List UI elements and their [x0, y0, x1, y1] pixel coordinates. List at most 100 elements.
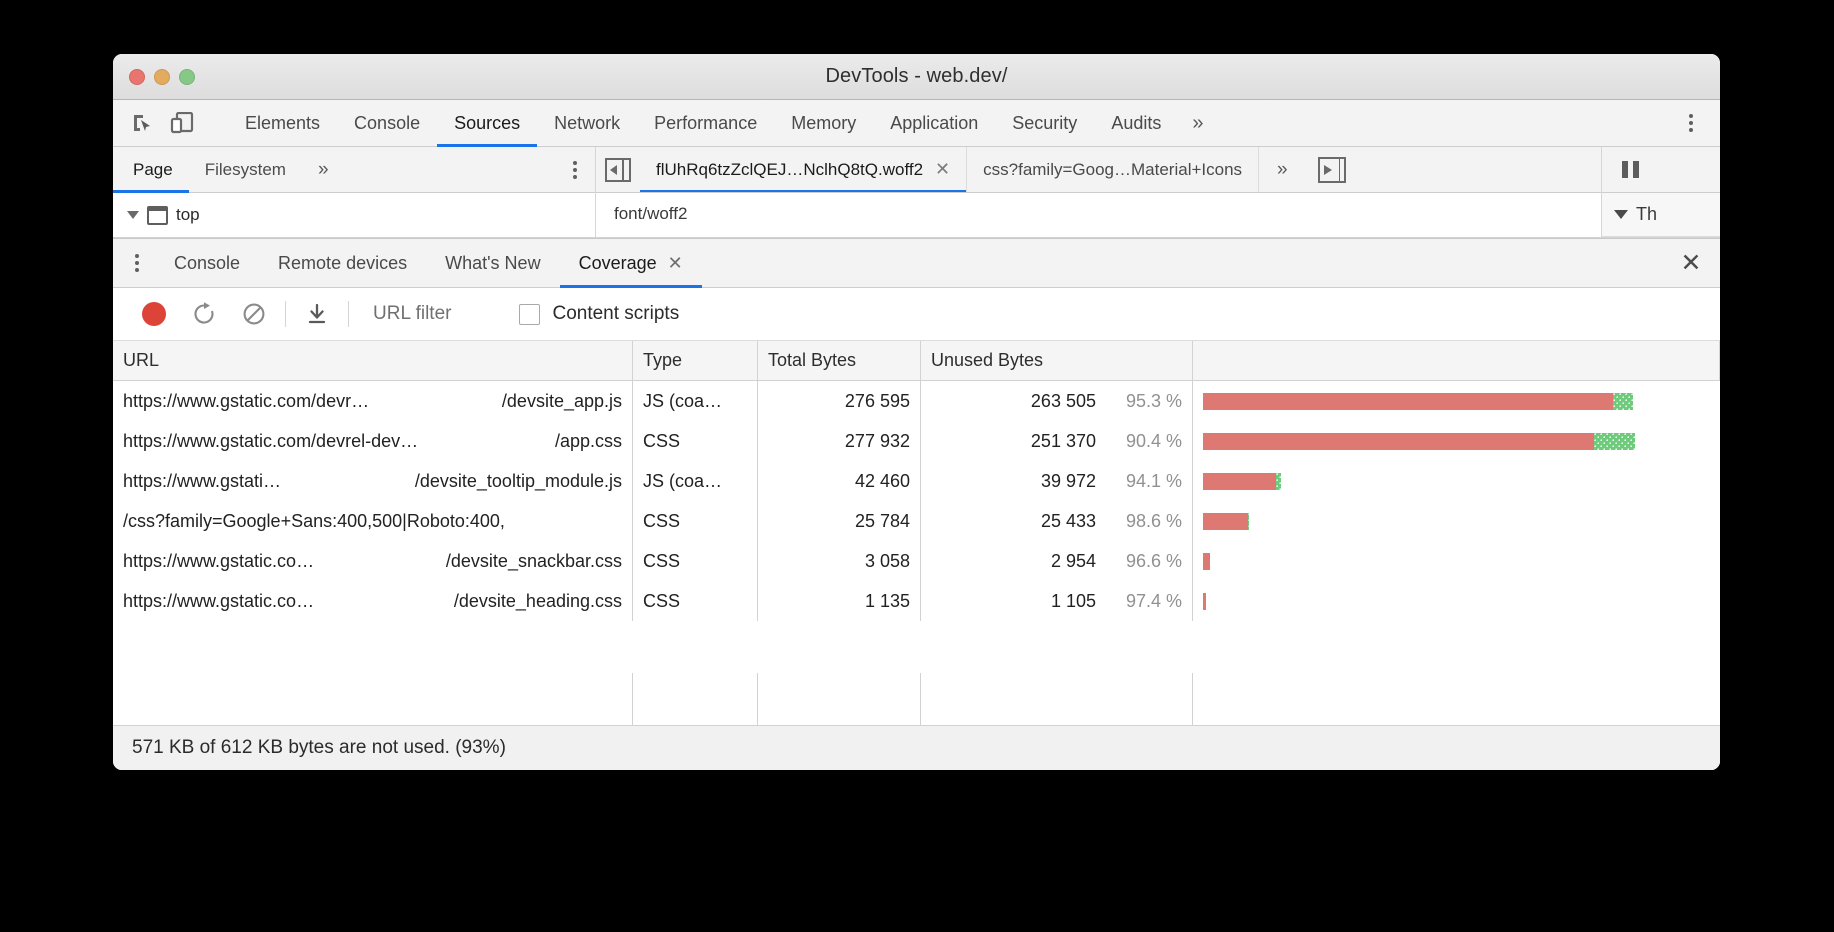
debugger-toolbar — [1602, 147, 1720, 193]
reload-icon[interactable] — [179, 289, 229, 339]
drawer-tab-remote-devices[interactable]: Remote devices — [259, 239, 426, 287]
clear-icon[interactable] — [229, 289, 279, 339]
cell-type: CSS — [633, 541, 758, 581]
table-row[interactable]: https://www.gstati…/devsite_tooltip_modu… — [113, 461, 1720, 501]
column-header-unused-bytes[interactable]: Unused Bytes — [921, 341, 1193, 380]
unused-bytes-value: 39 972 — [1041, 471, 1096, 492]
collapse-triangle-icon[interactable] — [1614, 210, 1628, 219]
debugger-threads-section[interactable]: Th — [1602, 193, 1720, 237]
cell-type: JS (coa… — [633, 381, 758, 421]
editor-more-chevron-icon[interactable]: » — [1259, 147, 1306, 192]
tab-performance[interactable]: Performance — [637, 100, 774, 146]
devtools-window: DevTools - web.dev/ — [113, 54, 1720, 770]
table-row[interactable]: /css?family=Google+Sans:400,500|Roboto:4… — [113, 501, 1720, 541]
editor-mime-type: font/woff2 — [596, 193, 1601, 224]
run-snippet-icon[interactable] — [1306, 147, 1358, 192]
cell-total-bytes: 42 460 — [758, 461, 921, 501]
cell-unused-bytes: 1 105 97.4 % — [921, 581, 1193, 621]
device-toolbar-icon[interactable] — [167, 108, 197, 138]
cell-type: CSS — [633, 501, 758, 541]
cell-total-bytes: 25 784 — [758, 501, 921, 541]
unused-bytes-value: 251 370 — [1031, 431, 1096, 452]
cell-unused-bytes: 251 370 90.4 % — [921, 421, 1193, 461]
table-row[interactable]: https://www.gstatic.co…/devsite_snackbar… — [113, 541, 1720, 581]
devtools-drawer: Console Remote devices What's New Covera… — [113, 238, 1720, 770]
table-row[interactable]: https://www.gstatic.co… /devsite_heading.… — [113, 581, 1720, 621]
drawer-tab-coverage[interactable]: Coverage ✕ — [560, 239, 702, 287]
bar-segment-unused — [1203, 593, 1206, 610]
tab-console[interactable]: Console — [337, 100, 437, 146]
minimize-window-button[interactable] — [154, 69, 170, 85]
nav-more-chevron-icon[interactable]: » — [302, 147, 345, 192]
bar-segment-unused — [1203, 473, 1276, 490]
cell-url: https://www.gstatic.com/devr…/devsite_ap… — [113, 381, 633, 421]
column-header-total-bytes[interactable]: Total Bytes — [758, 341, 921, 380]
toolbar-divider — [285, 301, 286, 327]
tab-elements[interactable]: Elements — [228, 100, 337, 146]
url-filter-input[interactable]: URL filter — [355, 303, 451, 325]
close-window-button[interactable] — [129, 69, 145, 85]
cell-coverage-bar — [1193, 501, 1720, 541]
content-scripts-checkbox[interactable] — [519, 304, 540, 325]
bar-segment-used — [1613, 393, 1633, 410]
pause-icon[interactable] — [1622, 161, 1639, 178]
more-vertical-icon[interactable] — [1676, 108, 1706, 138]
maximize-window-button[interactable] — [179, 69, 195, 85]
tab-sources[interactable]: Sources — [437, 100, 537, 146]
cell-unused-bytes: 39 97294.1 % — [921, 461, 1193, 501]
show-navigator-icon[interactable] — [596, 147, 640, 192]
bar-segment-used — [1276, 473, 1281, 490]
more-panels-chevron-icon[interactable]: » — [1178, 100, 1217, 146]
url-file: /devsite_app.js — [502, 391, 622, 412]
content-scripts-control[interactable]: Content scripts — [519, 303, 679, 325]
unused-percent: 97.4 % — [1108, 591, 1182, 612]
tab-audits[interactable]: Audits — [1094, 100, 1178, 146]
tree-item-top[interactable]: top — [127, 202, 595, 228]
cell-total-bytes: 3 058 — [758, 541, 921, 581]
record-icon[interactable] — [129, 289, 179, 339]
bar-segment-used — [1248, 513, 1249, 530]
column-header-url[interactable]: URL — [113, 341, 633, 380]
tab-security[interactable]: Security — [995, 100, 1094, 146]
expand-triangle-icon[interactable] — [127, 211, 139, 219]
coverage-bar — [1203, 393, 1633, 410]
debugger-section-label: Th — [1636, 204, 1657, 225]
table-row[interactable]: https://www.gstatic.com/devrel-dev…/app.… — [113, 421, 1720, 461]
editor-tabstrip: flUhRq6tzZclQEJ…NclhQ8tQ.woff2 ✕ css?fam… — [596, 147, 1601, 193]
unused-percent: 96.6 % — [1108, 551, 1182, 572]
url-file: /devsite_heading.css — [454, 591, 622, 612]
drawer-tab-console[interactable]: Console — [155, 239, 259, 287]
editor-tab-css-family[interactable]: css?family=Goog…Material+Icons — [967, 147, 1259, 192]
export-icon[interactable] — [292, 289, 342, 339]
close-icon[interactable]: ✕ — [668, 253, 683, 274]
coverage-bar — [1203, 433, 1635, 450]
cell-coverage-bar — [1193, 461, 1720, 501]
close-icon[interactable]: ✕ — [935, 159, 950, 180]
cell-type: JS (coa… — [633, 461, 758, 501]
tab-application[interactable]: Application — [873, 100, 995, 146]
close-drawer-button[interactable]: ✕ — [1662, 239, 1720, 287]
cell-coverage-bar — [1193, 381, 1720, 421]
tab-network[interactable]: Network — [537, 100, 637, 146]
editor-tab-woff2[interactable]: flUhRq6tzZclQEJ…NclhQ8tQ.woff2 ✕ — [640, 147, 967, 192]
drawer-tab-whats-new[interactable]: What's New — [426, 239, 559, 287]
window-controls — [129, 54, 195, 99]
drawer-menu-button[interactable] — [113, 239, 155, 287]
cell-coverage-bar — [1193, 581, 1720, 621]
bar-segment-used — [1594, 433, 1635, 450]
cell-url: https://www.gstatic.com/devrel-dev…/app.… — [113, 421, 633, 461]
navigator-menu-button[interactable] — [573, 147, 595, 192]
nav-tab-filesystem[interactable]: Filesystem — [189, 147, 302, 192]
nav-tab-page[interactable]: Page — [113, 147, 189, 192]
column-header-type[interactable]: Type — [633, 341, 758, 380]
coverage-bar — [1203, 553, 1210, 570]
inspect-element-icon[interactable] — [127, 108, 157, 138]
url-host: https://www.gstatic.co… — [123, 591, 314, 612]
unused-percent: 90.4 % — [1108, 431, 1182, 452]
tab-memory[interactable]: Memory — [774, 100, 873, 146]
devtools-toolbar-right — [1663, 100, 1720, 146]
page-tree: top — [113, 193, 595, 228]
cell-unused-bytes: 2 95496.6 % — [921, 541, 1193, 581]
unused-bytes-value: 1 105 — [1051, 591, 1096, 612]
table-row[interactable]: https://www.gstatic.com/devr…/devsite_ap… — [113, 381, 1720, 421]
